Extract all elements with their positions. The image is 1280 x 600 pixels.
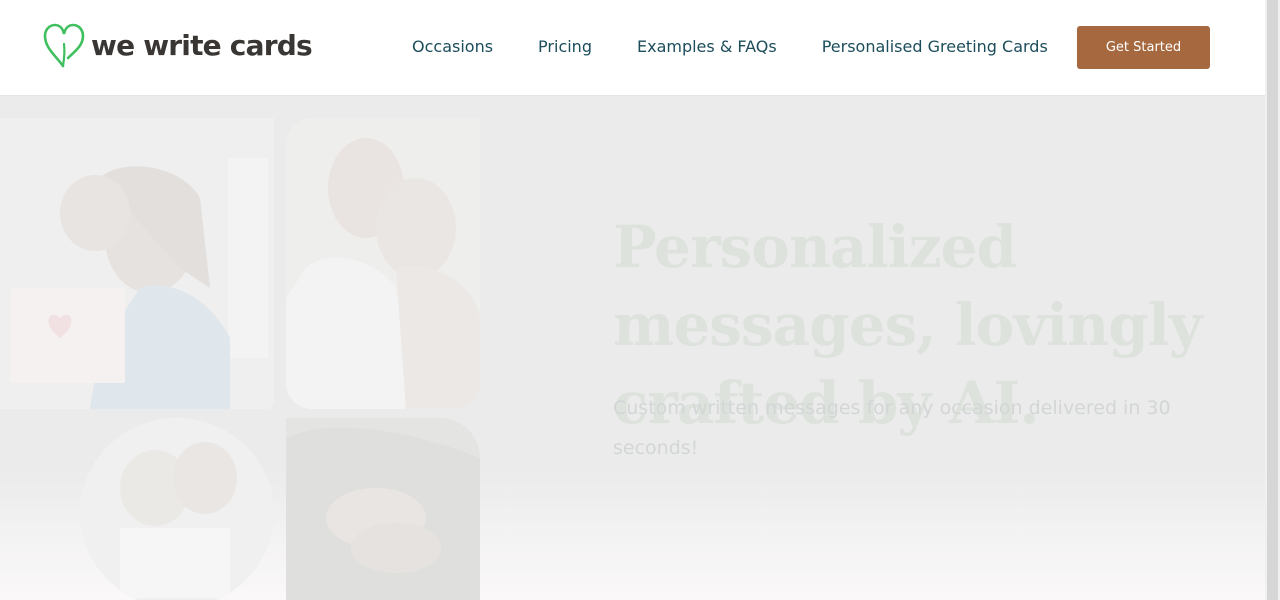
- nav-occasions[interactable]: Occasions: [412, 37, 493, 56]
- site-header: we write cards Occasions Pricing Example…: [0, 0, 1265, 96]
- nav-personalised-greeting-cards[interactable]: Personalised Greeting Cards: [822, 37, 1048, 56]
- holding-hands-photo: [286, 418, 480, 600]
- logo[interactable]: we write cards: [42, 22, 313, 68]
- hero-section: Personalized messages, lovingly crafted …: [0, 96, 1265, 600]
- logo-text: we write cards: [91, 28, 313, 62]
- page-scrollbar[interactable]: [1265, 0, 1280, 600]
- get-started-button[interactable]: Get Started: [1077, 26, 1210, 69]
- main-nav: Occasions Pricing Examples & FAQs Person…: [412, 37, 1048, 56]
- nav-pricing[interactable]: Pricing: [538, 37, 592, 56]
- couple-kiss-photo: [286, 118, 480, 409]
- nav-examples-faqs[interactable]: Examples & FAQs: [637, 37, 777, 56]
- elderly-couple-photo: [80, 418, 274, 600]
- heart-outline-icon: [43, 23, 85, 68]
- scrollbar-thumb[interactable]: [1267, 0, 1278, 600]
- mother-daughter-card-photo: [0, 118, 274, 409]
- hero-subtitle: Custom written messages for any occasion…: [613, 397, 1171, 459]
